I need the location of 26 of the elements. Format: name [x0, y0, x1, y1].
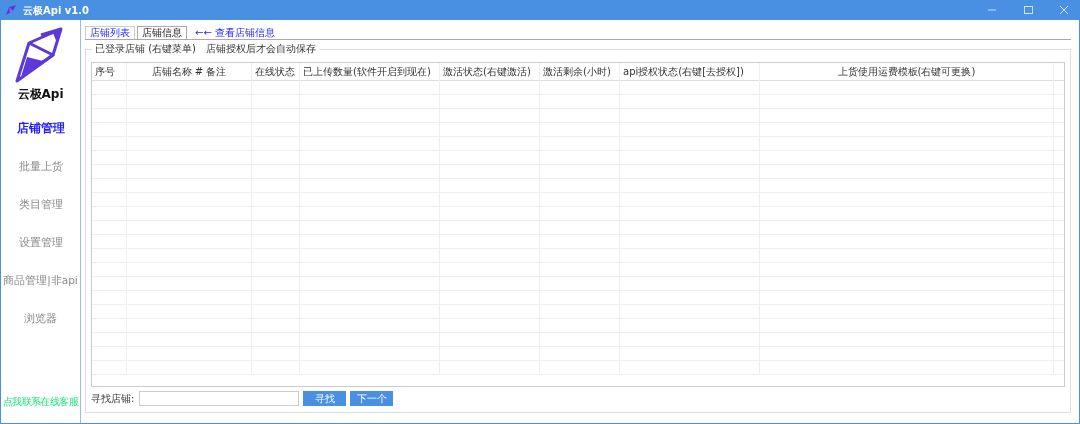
group-title: 已登录店铺 (右键菜单): [95, 43, 196, 55]
sidebar-item[interactable]: 浏览器: [24, 309, 57, 328]
column-header: 店铺名称 # 备注: [127, 63, 252, 81]
search-button[interactable]: 下一个: [350, 391, 393, 406]
column-header: 已上传数量(软件开启到现在): [300, 63, 440, 81]
hint-text: ←← 查看店铺信息: [195, 27, 275, 39]
column-header: api授权状态(右键[去授权]): [620, 63, 760, 81]
column-header: 序号: [92, 63, 127, 81]
sidebar-item[interactable]: 店铺管理: [16, 119, 65, 138]
sidebar-item[interactable]: 批量上货: [18, 157, 63, 176]
sidebar-item[interactable]: 类目管理: [18, 195, 63, 214]
column-header: 激活状态(右键激活): [440, 63, 540, 81]
column-header: 在线状态: [252, 63, 300, 81]
column-header: 激活剩余(小时): [540, 63, 620, 81]
search-field[interactable]: [139, 391, 299, 406]
app-icon: [5, 4, 17, 16]
tab[interactable]: 店铺信息: [137, 26, 187, 39]
column-header: 上货使用运费模板(右键可更换): [760, 63, 1054, 81]
search-label: 寻找店铺:: [91, 392, 135, 406]
sidebar-item[interactable]: 商品管理|非api: [3, 271, 78, 290]
window-title: 云极Api v1.0: [23, 3, 90, 18]
tab[interactable]: 店铺列表: [85, 26, 135, 39]
search-button[interactable]: 寻找: [303, 391, 346, 406]
group-note: 店铺授权后才会自动保存: [206, 43, 316, 55]
sidebar-item[interactable]: 设置管理: [18, 233, 63, 252]
brand-name: 云极Api: [17, 86, 64, 103]
